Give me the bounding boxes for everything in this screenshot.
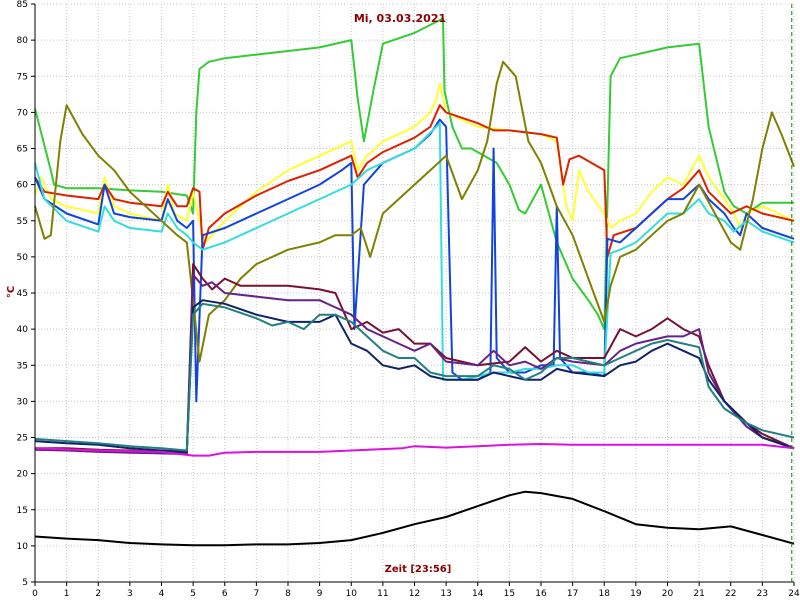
x-tick-label: 20 xyxy=(662,589,674,599)
x-tick-label: 11 xyxy=(377,589,388,599)
x-tick-label: 10 xyxy=(346,589,358,599)
x-tick-label: 23 xyxy=(757,589,768,599)
x-tick-label: 18 xyxy=(599,589,611,599)
y-tick-label: 15 xyxy=(17,506,28,516)
x-tick-label: 0 xyxy=(32,589,38,599)
y-tick-label: 10 xyxy=(17,542,29,552)
temperature-chart: 0 1 2 3 4 5 6 7 8 9 10 11 12 13 14 15 16 17 18 19 20 21 22 23 24… xyxy=(0,0,800,600)
y-tick-label: 60 xyxy=(17,181,29,191)
x-tick-label: 9 xyxy=(317,589,323,599)
x-axis-label: Zeit [23:56] xyxy=(385,564,452,575)
x-tick-label: 8 xyxy=(285,589,291,599)
x-tick-label: 16 xyxy=(535,589,547,599)
y-tick-label: 80 xyxy=(17,36,29,46)
x-tick-label: 12 xyxy=(409,589,420,599)
y-tick-label: 75 xyxy=(17,72,28,82)
y-tick-label: 65 xyxy=(17,145,28,155)
y-tick-label: 30 xyxy=(17,397,29,407)
y-tick-label: 20 xyxy=(17,470,29,480)
y-tick-label: 85 xyxy=(17,0,28,10)
y-tick-label: 5 xyxy=(22,578,28,588)
y-tick-label: 25 xyxy=(17,434,28,444)
x-tick-label: 13 xyxy=(440,589,451,599)
x-tick-label: 19 xyxy=(630,589,642,599)
x-tick-label: 2 xyxy=(95,589,101,599)
y-tick-label: 55 xyxy=(17,217,28,227)
x-tick-label: 1 xyxy=(64,589,70,599)
chart-canvas: 0 1 2 3 4 5 6 7 8 9 10 11 12 13 14 15 16 17 18 19 20 21 22 23 24… xyxy=(0,0,800,600)
x-tick-label: 21 xyxy=(693,589,704,599)
x-tick-label: 5 xyxy=(190,589,196,599)
y-tick-label: 45 xyxy=(17,289,28,299)
x-tick-label: 17 xyxy=(567,589,578,599)
y-tick-label: 70 xyxy=(17,108,29,118)
chart-title: Mi, 03.03.2021 xyxy=(354,12,446,25)
x-tick-label: 15 xyxy=(504,589,515,599)
x-tick-label: 4 xyxy=(159,589,165,599)
y-tick-label: 35 xyxy=(17,361,28,371)
x-tick-label: 6 xyxy=(222,589,228,599)
y-axis-label: °C xyxy=(6,286,17,298)
x-tick-label: 3 xyxy=(127,589,133,599)
x-tick-label: 22 xyxy=(725,589,736,599)
x-tick-label: 7 xyxy=(254,589,260,599)
x-tick-label: 24 xyxy=(788,589,800,599)
y-tick-label: 50 xyxy=(17,253,29,263)
y-tick-label: 40 xyxy=(17,325,29,335)
x-tick-label: 14 xyxy=(472,589,484,599)
